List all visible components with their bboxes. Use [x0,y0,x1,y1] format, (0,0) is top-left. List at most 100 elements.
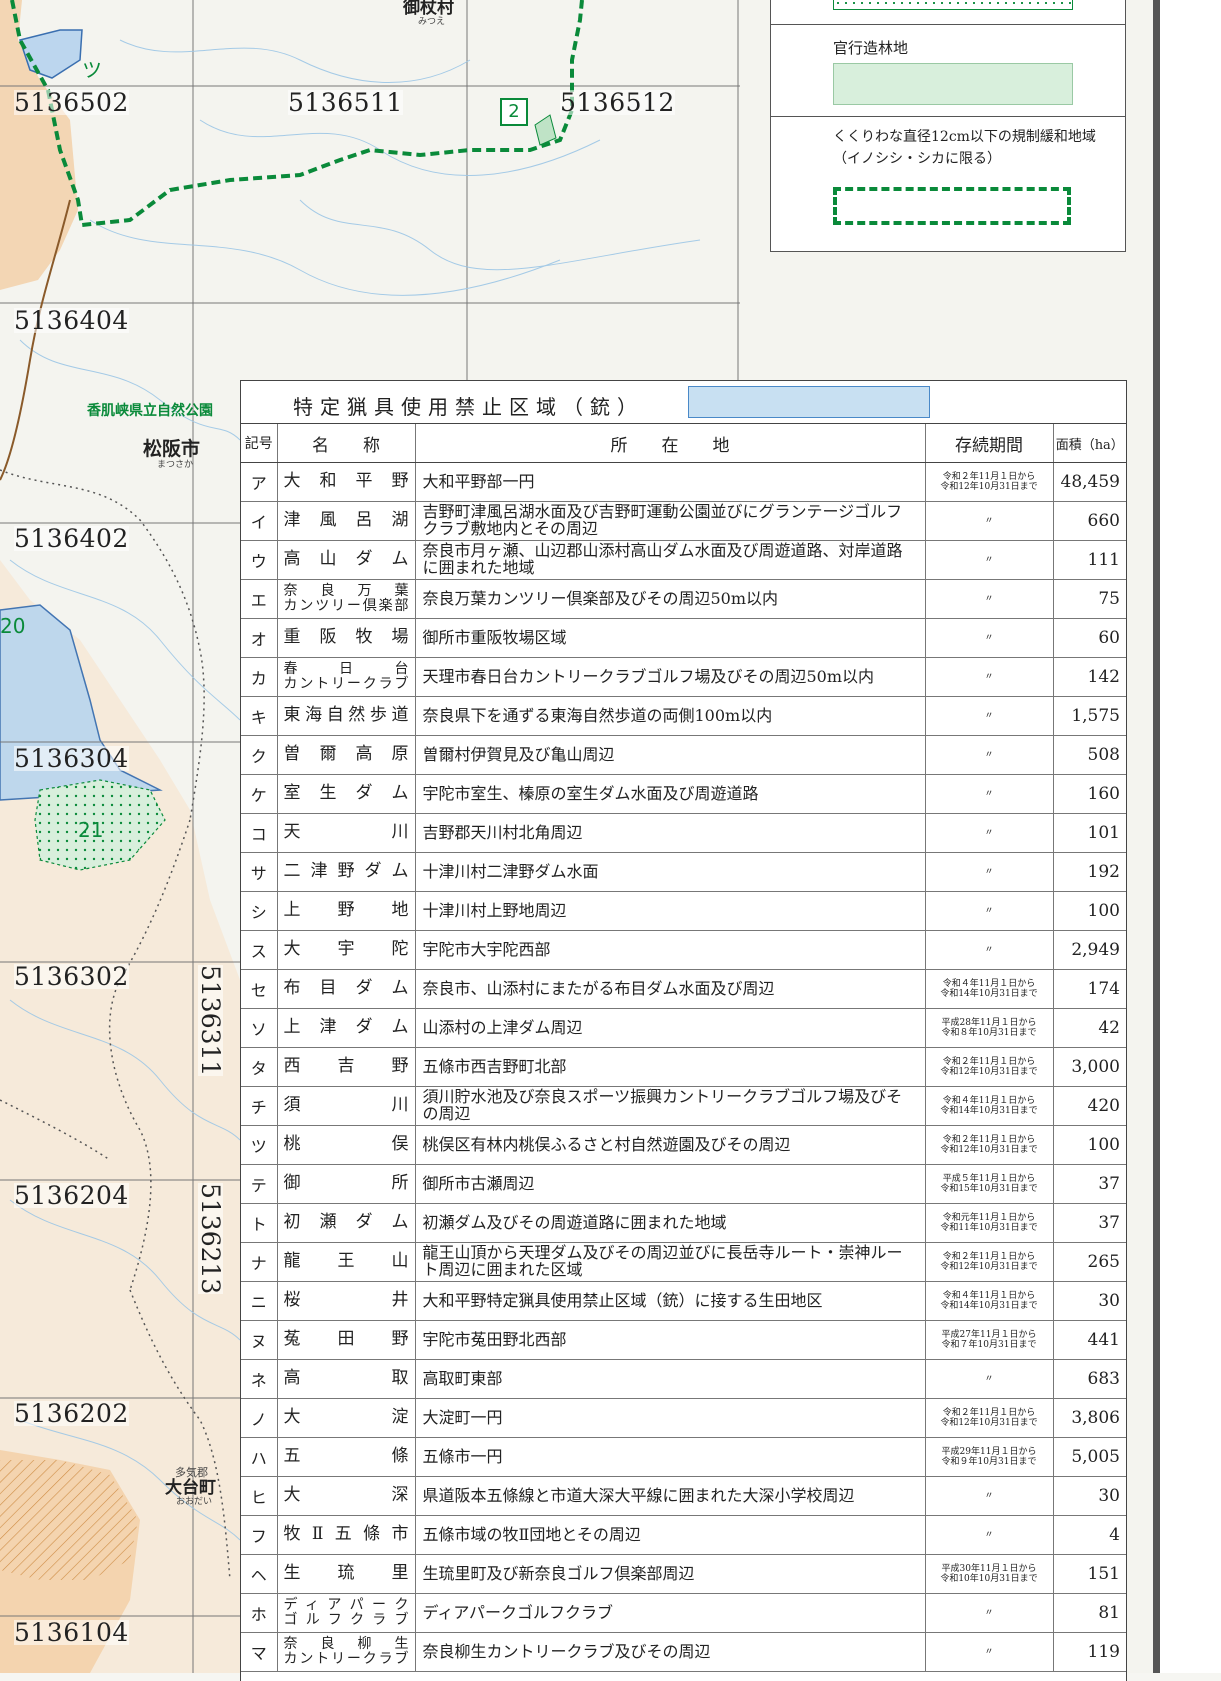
cell-mark: ヌ [241,1320,278,1360]
table-row: ヘ生琉里 生琉里町及び新奈良ゴルフ倶楽部周辺 平成30年11月１日から 令和10年10… [241,1554,1126,1594]
cell-period: 〃 [925,618,1054,658]
cell-mark: フ [241,1515,278,1555]
cell-name: 大和平野 [277,462,416,502]
cell-mark: イ [241,501,278,541]
cell-area: 30 [1053,1281,1126,1321]
cell-period: 令和４年11月１日から 令和14年10月31日まで [925,1281,1054,1321]
cell-name: 五條 [277,1437,416,1477]
cell-location: 奈良柳生カントリークラブ及びその周辺 [415,1632,926,1672]
cell-period: 平成27年11月１日から 令和７年10月31日まで [925,1320,1054,1360]
cell-location: 五條市一円 [415,1437,926,1477]
cell-period: 令和２年11月１日から 令和12年10月31日まで [925,1125,1054,1165]
cell-mark: コ [241,813,278,853]
table-row: ホディアパーク ゴルフクラブ ディアパークゴルフクラブ〃 81 [241,1593,1126,1633]
cell-name: 初瀬ダム [277,1203,416,1243]
cell-area: 42 [1053,1008,1126,1048]
cell-mark: ネ [241,1359,278,1399]
cell-period: 平成５年11月１日から 令和15年10月31日まで [925,1164,1054,1204]
cell-area: 5,005 [1053,1437,1126,1477]
table-row: ク曽爾高原 曽爾村伊賀見及び亀山周辺〃 508 [241,735,1126,775]
cell-mark: マ [241,1632,278,1672]
cell-area: 508 [1053,735,1126,775]
table-row: ハ五條 五條市一円 平成29年11月１日から 令和９年10月31日まで 5,005 [241,1437,1126,1477]
cell-mark: ナ [241,1242,278,1282]
cell-location: 御所市古瀬周辺 [415,1164,926,1204]
cell-period: 〃 [925,1476,1054,1516]
cell-period: 〃 [925,657,1054,697]
mesh-code: 5136511 [288,88,403,117]
table-row: ヌ菟田野 宇陀市菟田野北西部 平成27年11月１日から 令和７年10月31日まで 441 [241,1320,1126,1360]
mesh-code: 5136304 [14,744,129,773]
table: 記号 名 称 所 在 地 存続期間 面積（ha） ア大和平野 大和平野部一円 令和２… [241,424,1126,1672]
cell-mark: カ [241,657,278,697]
cell-name: 龍王山 [277,1242,416,1282]
table-row: ナ龍王山 龍王山頂から天理ダム及びその周辺並びに長岳寺ルート・崇神ルート周辺に囲ま… [241,1242,1126,1282]
cell-mark: ク [241,735,278,775]
mesh-code: 5136302 [14,962,129,991]
table-row: ノ大淀 大淀町一円 令和２年11月１日から 令和12年10月31日まで 3,806 [241,1398,1126,1438]
zone-label-20: 20 [0,614,26,638]
cell-location: 大和平野特定猟具使用禁止区域（銃）に接する生田地区 [415,1281,926,1321]
table-row: カ春日台 カントリークラブ 天理市春日台カントリークラブゴルフ場及びその周辺50m以… [241,657,1126,697]
col-header-name: 名 称 [277,424,416,463]
legend-swatch-dashed [833,187,1071,225]
place-odai-gun: 多気郡 [175,1466,208,1479]
cell-period: 〃 [925,852,1054,892]
table-row: サ二津野ダム 十津川村二津野ダム水面〃 192 [241,852,1126,892]
cell-name: 上津ダム [277,1008,416,1048]
mesh-code: 5136104 [14,1618,129,1647]
table-row: オ重阪牧場 御所市重阪牧場区域〃 60 [241,618,1126,658]
cell-location: 生琉里町及び新奈良ゴルフ倶楽部周辺 [415,1554,926,1594]
col-header-location: 所 在 地 [415,424,926,463]
cell-period: 平成29年11月１日から 令和９年10月31日まで [925,1437,1054,1477]
zone-label-21: 21 [78,818,104,842]
legend-kukuriwana: くくりわな直径12cm以下の規制緩和地域 （イノシシ・シカに限る） [771,116,1125,252]
cell-period: 〃 [925,1593,1054,1633]
cell-location: 五條市域の牧Ⅱ団地とその周辺 [415,1515,926,1555]
cell-location: 宇陀市菟田野北西部 [415,1320,926,1360]
cell-name: 上野地 [277,891,416,931]
mesh-code: 5136502 [14,88,129,117]
cell-period: 〃 [925,891,1054,931]
cell-name: 二津野ダム [277,852,416,892]
cell-location: 奈良市、山添村にまたがる布目ダム水面及び周辺 [415,969,926,1009]
cell-location: 御所市重阪牧場区域 [415,618,926,658]
cell-location: ディアパークゴルフクラブ [415,1593,926,1633]
table-row: ウ高山ダム 奈良市月ヶ瀬、山辺郡山添村高山ダム水面及び周遊道路、対岸道路に囲まれた… [241,540,1126,580]
cell-mark: シ [241,891,278,931]
cell-mark: ノ [241,1398,278,1438]
cell-name: 須川 [277,1086,416,1126]
cell-area: 174 [1053,969,1126,1009]
cell-period: 〃 [925,813,1054,853]
cell-location: 高取町東部 [415,1359,926,1399]
cell-location: 初瀬ダム及びその周遊道路に囲まれた地域 [415,1203,926,1243]
table-row: ア大和平野 大和平野部一円 令和２年11月１日から 令和12年10月31日まで 48,4… [241,462,1126,502]
place-odai: 大台町 [165,1478,216,1498]
cell-name: 西吉野 [277,1047,416,1087]
cell-mark: ヘ [241,1554,278,1594]
place-matsusaka-kana: まつさか [157,460,194,470]
cell-area: 48,459 [1053,462,1126,502]
cell-name: ディアパーク ゴルフクラブ [277,1593,416,1633]
cell-location: 山添村の上津ダム周辺 [415,1008,926,1048]
cell-location: 五條市西吉野町北部 [415,1047,926,1087]
page-margin [1160,0,1221,1673]
cell-name: 牧Ⅱ五條市 [277,1515,416,1555]
table-row: シ上野地 十津川村上野地周辺〃 100 [241,891,1126,931]
cell-area: 3,806 [1053,1398,1126,1438]
table-row: ニ桜井 大和平野特定猟具使用禁止区域（銃）に接する生田地区 令和４年11月１日から令… [241,1281,1126,1321]
cell-area: 60 [1053,618,1126,658]
cell-location: 十津川村上野地周辺 [415,891,926,931]
zone-label-tsu: ツ [82,58,102,82]
cell-location: 須川貯水池及び奈良スポーツ振興カントリークラブゴルフ場及びその周辺 [415,1086,926,1126]
cell-name: 奈良万葉 カンツリー倶楽部 [277,579,416,619]
cell-area: 2,949 [1053,930,1126,970]
cell-name: 東海自然歩道 [277,696,416,736]
cell-mark: ス [241,930,278,970]
cell-period: 令和２年11月１日から 令和12年10月31日まで [925,1242,1054,1282]
table-row: ツ桃俣 桃俣区有林内桃俣ふるさと村自然遊園及びその周辺 令和２年11月１日から 令和1… [241,1125,1126,1165]
table-title: 特定猟具使用禁止区域（銃） [293,395,644,419]
table-title-bar: 特定猟具使用禁止区域（銃） [241,381,1126,424]
table-header-row: 記号 名 称 所 在 地 存続期間 面積（ha） [241,424,1126,463]
col-header-mark: 記号 [241,424,278,463]
